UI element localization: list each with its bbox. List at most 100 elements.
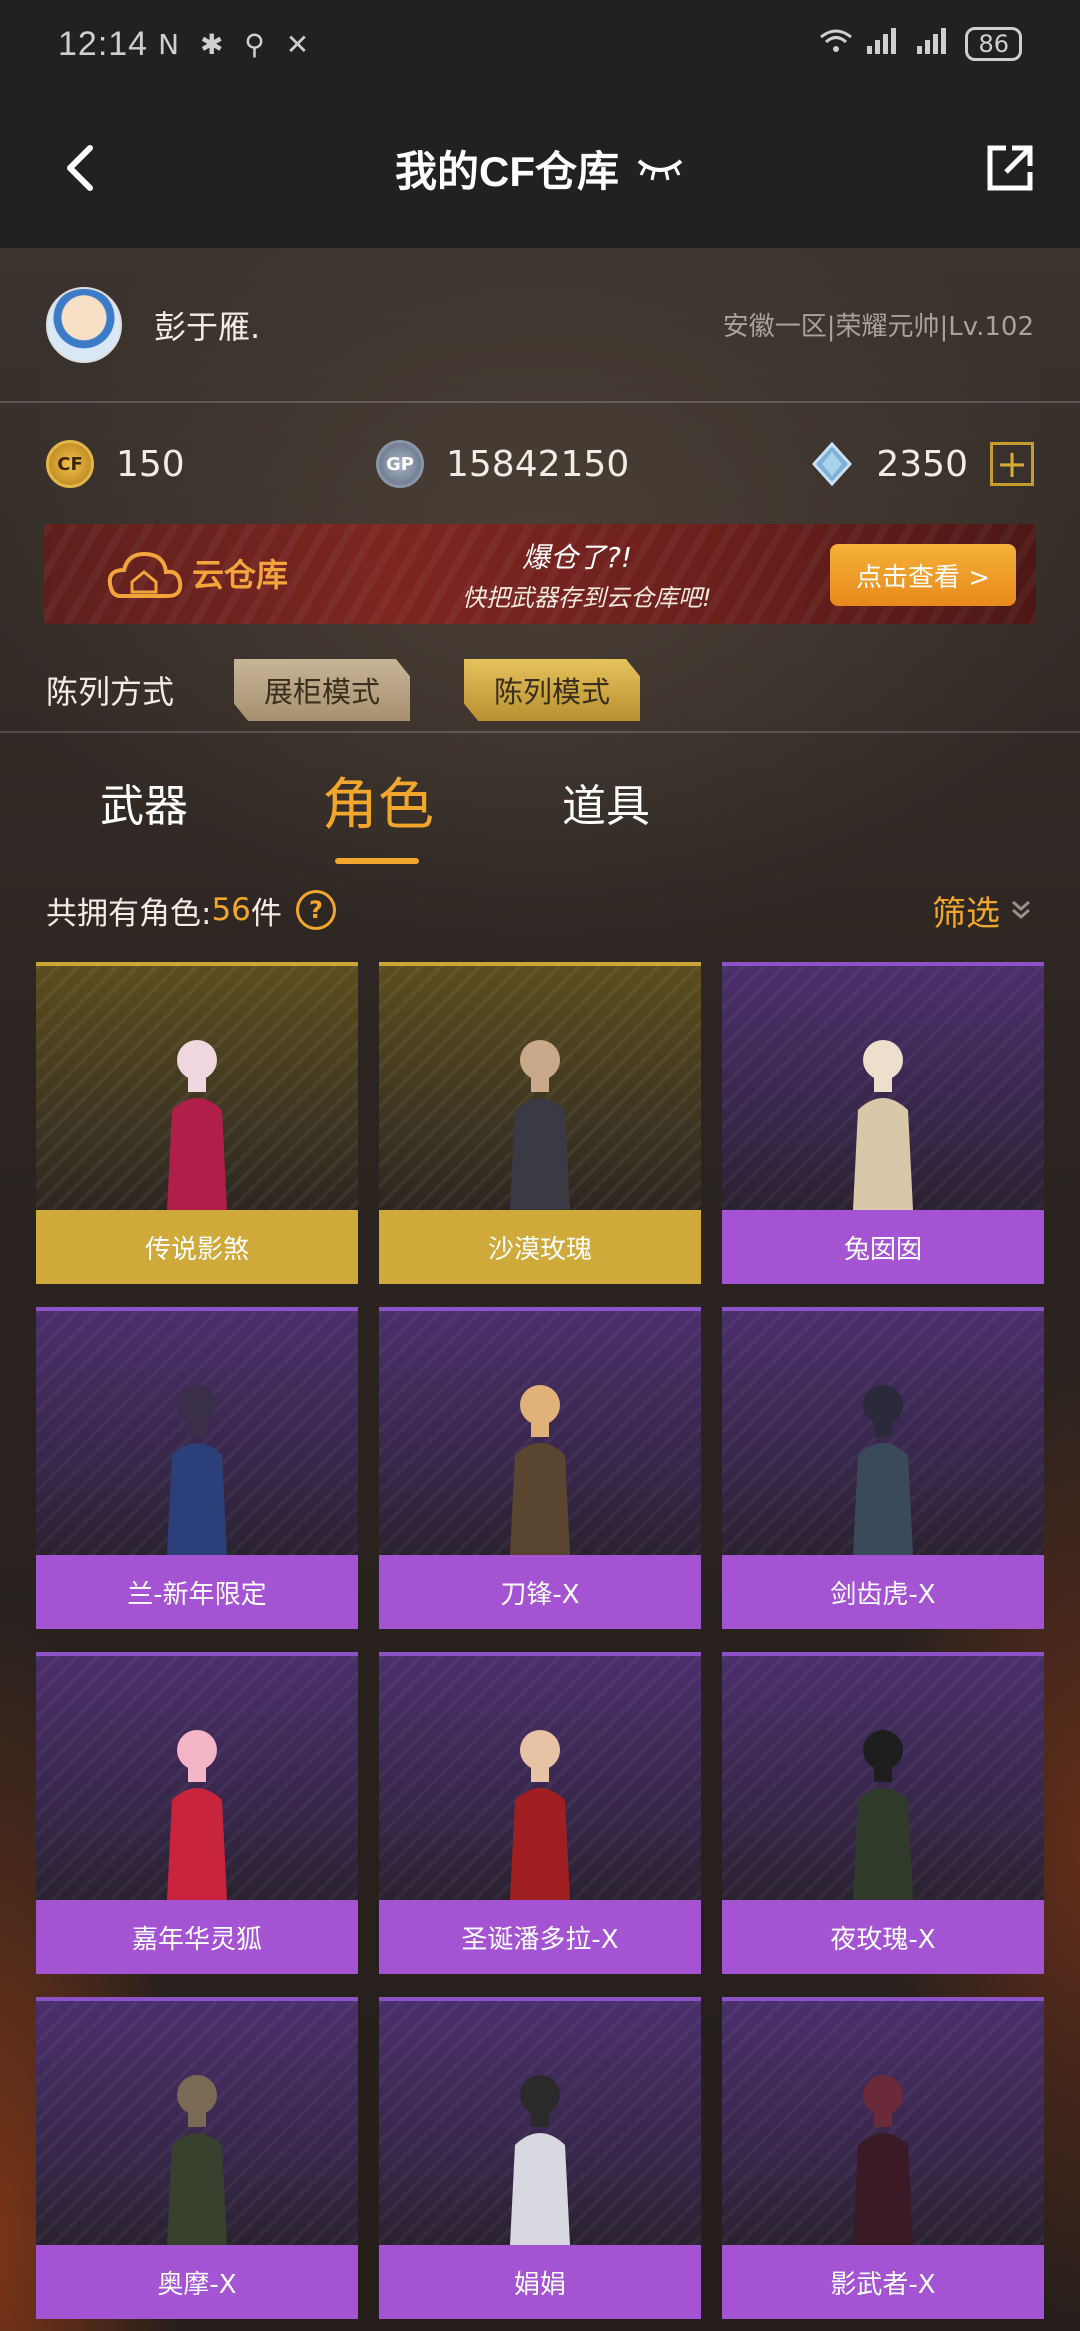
plus-icon: + bbox=[996, 442, 1028, 486]
gp-points: GP 15842150 bbox=[376, 440, 629, 488]
character-image bbox=[379, 1652, 701, 1900]
eye-closed-icon[interactable] bbox=[635, 153, 685, 183]
character-figure bbox=[510, 1385, 570, 1555]
chevron-left-icon bbox=[67, 145, 93, 191]
character-image bbox=[722, 1307, 1044, 1555]
tab-weapons[interactable]: 武器 bbox=[100, 770, 188, 834]
section-divider bbox=[0, 731, 1080, 733]
character-figure bbox=[167, 1040, 227, 1210]
character-card[interactable]: 传说影煞 bbox=[36, 962, 358, 1284]
character-name: 奥摩-X bbox=[36, 2245, 358, 2319]
character-name: 影武者-X bbox=[722, 2245, 1044, 2319]
character-name: 圣诞潘多拉-X bbox=[379, 1900, 701, 1974]
character-figure bbox=[853, 1730, 913, 1900]
status-notification-icons: N ✱ ⚲ ✕ bbox=[158, 27, 316, 61]
character-name: 兔囡囡 bbox=[722, 1210, 1044, 1284]
character-figure bbox=[853, 1385, 913, 1555]
signal-icon-1 bbox=[865, 26, 903, 63]
character-name: 剑齿虎-X bbox=[722, 1555, 1044, 1629]
signal-icon-2 bbox=[915, 26, 953, 63]
character-figure bbox=[853, 2075, 913, 2245]
banner-subline: 快把武器存到云仓库吧! bbox=[462, 584, 712, 612]
character-card[interactable]: 剑齿虎-X bbox=[722, 1307, 1044, 1629]
character-name: 传说影煞 bbox=[36, 1210, 358, 1284]
tab-characters[interactable]: 角色 bbox=[322, 760, 434, 841]
character-image bbox=[379, 1307, 701, 1555]
count-unit: 件 bbox=[250, 895, 282, 932]
gp-coin-icon: GP bbox=[376, 440, 424, 488]
character-image bbox=[379, 962, 701, 1210]
character-card[interactable]: 兔囡囡 bbox=[722, 962, 1044, 1284]
cf-coin-icon: CF bbox=[46, 440, 94, 488]
display-mode-row: 陈列方式 展柜模式 陈列模式 bbox=[0, 640, 1080, 740]
display-mode-label: 陈列方式 bbox=[46, 673, 175, 711]
character-image bbox=[36, 962, 358, 1210]
share-button[interactable] bbox=[982, 140, 1038, 196]
battery-indicator: 86 bbox=[965, 27, 1022, 61]
cloud-storage-banner[interactable]: 云仓库 爆仓了?! 快把武器存到云仓库吧! 点击查看 > bbox=[44, 524, 1036, 624]
character-name: 娟娟 bbox=[379, 2245, 701, 2319]
view-button[interactable]: 点击查看 > bbox=[830, 544, 1016, 606]
category-tabs: 武器 角色 道具 bbox=[0, 760, 1080, 870]
character-card[interactable]: 沙漠玫瑰 bbox=[379, 962, 701, 1284]
character-card[interactable]: 兰-新年限定 bbox=[36, 1307, 358, 1629]
title-bar: 我的CF仓库 bbox=[0, 88, 1080, 248]
add-diamond-button[interactable]: + bbox=[990, 442, 1034, 486]
username: 彭于雁. bbox=[154, 307, 261, 346]
diamond-icon bbox=[812, 442, 853, 486]
gp-value: 15842150 bbox=[446, 443, 630, 485]
character-figure bbox=[167, 1385, 227, 1555]
list-mode-button[interactable]: 陈列模式 bbox=[464, 659, 641, 721]
character-image bbox=[36, 1307, 358, 1555]
status-bar: 12:14 N ✱ ⚲ ✕ 86 bbox=[0, 0, 1080, 88]
character-card[interactable]: 圣诞潘多拉-X bbox=[379, 1652, 701, 1974]
character-image bbox=[36, 1997, 358, 2245]
filter-label: 筛选 bbox=[932, 893, 1000, 934]
back-button[interactable] bbox=[56, 140, 112, 196]
character-card[interactable]: 刀锋-X bbox=[379, 1307, 701, 1629]
character-count-row: 共拥有角色: 56 件 ? 筛选 bbox=[46, 880, 1034, 940]
active-tab-indicator bbox=[335, 858, 419, 864]
character-name: 嘉年华灵狐 bbox=[36, 1900, 358, 1974]
cloud-home-icon bbox=[107, 551, 183, 598]
character-card[interactable]: 奥摩-X bbox=[36, 1997, 358, 2319]
character-card[interactable]: 影武者-X bbox=[722, 1997, 1044, 2319]
character-figure bbox=[853, 1040, 913, 1210]
page-title: 我的CF仓库 bbox=[395, 147, 619, 195]
status-time: 12:14 bbox=[58, 24, 149, 63]
character-image bbox=[36, 1652, 358, 1900]
character-name: 兰-新年限定 bbox=[36, 1555, 358, 1629]
status-right-icons: 86 bbox=[819, 26, 1022, 63]
banner-title: 云仓库 bbox=[192, 556, 289, 594]
character-figure bbox=[510, 2075, 570, 2245]
character-image bbox=[722, 1997, 1044, 2245]
character-card[interactable]: 嘉年华灵狐 bbox=[36, 1652, 358, 1974]
character-figure bbox=[510, 1730, 570, 1900]
double-chevron-down-icon bbox=[1012, 900, 1030, 919]
wifi-icon bbox=[819, 28, 853, 61]
character-name: 夜玫瑰-X bbox=[722, 1900, 1044, 1974]
cf-points-value: 150 bbox=[116, 443, 185, 485]
user-info-row: 彭于雁. 安徽一区|荣耀元帅|Lv.102 bbox=[0, 248, 1080, 403]
tab-items[interactable]: 道具 bbox=[562, 770, 650, 834]
showcase-mode-button[interactable]: 展柜模式 bbox=[234, 659, 411, 721]
diamond-value: 2350 bbox=[876, 443, 968, 485]
share-icon bbox=[987, 145, 1033, 191]
count-number: 56 bbox=[211, 892, 251, 928]
help-icon[interactable]: ? bbox=[295, 890, 336, 930]
character-name: 刀锋-X bbox=[379, 1555, 701, 1629]
cf-points: CF 150 bbox=[46, 440, 376, 488]
count-label: 共拥有角色: bbox=[46, 895, 212, 932]
character-figure bbox=[167, 1730, 227, 1900]
character-figure bbox=[167, 2075, 227, 2245]
character-figure bbox=[510, 1040, 570, 1210]
character-image bbox=[722, 962, 1044, 1210]
character-card[interactable]: 娟娟 bbox=[379, 1997, 701, 2319]
banner-headline: 爆仓了?! bbox=[522, 541, 633, 574]
filter-button[interactable]: 筛选 bbox=[932, 886, 1034, 935]
avatar[interactable] bbox=[46, 286, 122, 363]
character-name: 沙漠玫瑰 bbox=[379, 1210, 701, 1284]
character-image bbox=[379, 1997, 701, 2245]
diamonds: 2350 + bbox=[810, 442, 1034, 486]
character-card[interactable]: 夜玫瑰-X bbox=[722, 1652, 1044, 1974]
